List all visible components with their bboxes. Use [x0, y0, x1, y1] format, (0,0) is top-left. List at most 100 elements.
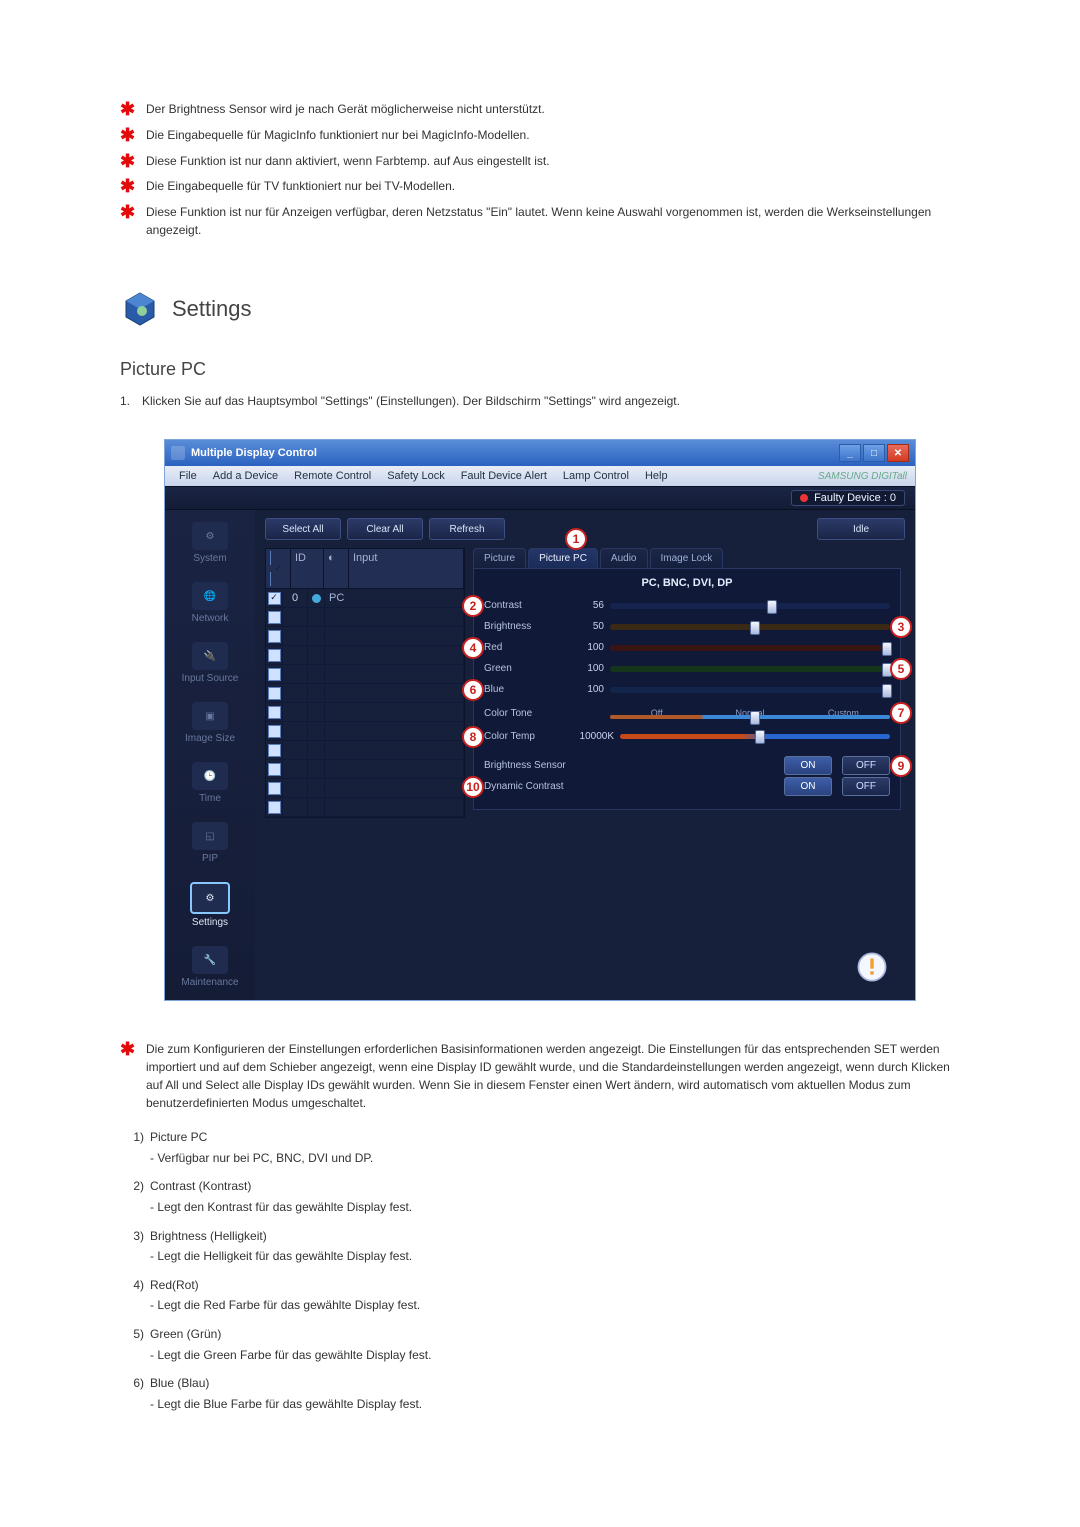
- color-temp-label: Color Temp: [484, 731, 566, 742]
- row-checkbox[interactable]: [268, 782, 281, 795]
- row-checkbox[interactable]: [268, 668, 281, 681]
- menu-lamp-control[interactable]: Lamp Control: [557, 468, 635, 484]
- ol-title: Contrast (Kontrast): [150, 1177, 251, 1196]
- tab-picture[interactable]: Picture: [473, 548, 526, 568]
- ol-num: 2): [120, 1177, 150, 1196]
- green-label: Green: [484, 663, 566, 674]
- row-checkbox[interactable]: [268, 649, 281, 662]
- sidebar-label: Maintenance: [181, 977, 238, 988]
- select-all-button[interactable]: Select All: [265, 518, 341, 540]
- ol-title: Green (Grün): [150, 1325, 221, 1344]
- menu-remote-control[interactable]: Remote Control: [288, 468, 377, 484]
- callout-10: 10: [462, 776, 484, 798]
- green-slider[interactable]: [610, 666, 890, 672]
- row-input: PC: [325, 589, 464, 607]
- star-icon: ✱: [120, 203, 146, 223]
- brightness-label: Brightness: [484, 621, 566, 632]
- sidebar-item-system[interactable]: ⚙System: [175, 522, 245, 564]
- sidebar-item-input-source[interactable]: 🔌Input Source: [175, 642, 245, 684]
- ol-num: 1): [120, 1128, 150, 1147]
- refresh-button[interactable]: Refresh: [429, 518, 505, 540]
- close-button[interactable]: ✕: [887, 444, 909, 462]
- table-row[interactable]: 0 PC: [266, 589, 464, 608]
- menu-help[interactable]: Help: [639, 468, 674, 484]
- header-device-icon: ◐: [324, 549, 349, 588]
- idle-button[interactable]: Idle: [817, 518, 905, 540]
- menu-add-device[interactable]: Add a Device: [207, 468, 284, 484]
- star-icon: ✱: [120, 177, 146, 197]
- image-size-icon: ▣: [192, 702, 228, 730]
- ol-title: Blue (Blau): [150, 1374, 209, 1393]
- sidebar-item-maintenance[interactable]: 🔧 Maintenance: [175, 946, 245, 988]
- ol-num: 3): [120, 1227, 150, 1246]
- maximize-button[interactable]: □: [863, 444, 885, 462]
- minimize-button[interactable]: _: [839, 444, 861, 462]
- row-checkbox[interactable]: [268, 725, 281, 738]
- color-temp-slider[interactable]: [620, 734, 890, 739]
- maintenance-icon: 🔧: [192, 946, 228, 974]
- intro-number: 1.: [120, 392, 142, 410]
- app-icon: [171, 446, 185, 460]
- ol-sub: - Legt die Red Farbe für das gewählte Di…: [120, 1296, 960, 1315]
- sidebar-label: Network: [192, 613, 229, 624]
- brightness-slider[interactable]: [610, 624, 890, 630]
- bullet-text: Diese Funktion ist nur für Anzeigen verf…: [146, 203, 960, 239]
- status-dot-icon: [312, 594, 321, 603]
- tab-picture-pc[interactable]: Picture PC: [528, 548, 598, 568]
- header-input: Input: [349, 549, 464, 588]
- sidebar: ⚙System 🌐 Network 🔌Input Source ▣Image Si…: [165, 510, 255, 1000]
- brightness-sensor-on[interactable]: ON: [784, 756, 832, 775]
- bullet-text: Die Eingabequelle für MagicInfo funktion…: [146, 126, 960, 144]
- ol-sub: - Legt die Green Farbe für das gewählte …: [120, 1346, 960, 1365]
- sidebar-item-network[interactable]: 🌐 Network: [175, 582, 245, 624]
- contrast-label: Contrast: [484, 600, 566, 611]
- menu-safety-lock[interactable]: Safety Lock: [381, 468, 450, 484]
- row-checkbox[interactable]: [268, 687, 281, 700]
- callout-4: 4: [462, 637, 484, 659]
- tab-row: Picture Picture PC Audio Image Lock 1: [473, 548, 901, 568]
- header-checkbox[interactable]: [266, 549, 291, 588]
- header-id: ID: [291, 549, 324, 588]
- ol-sub: - Legt die Blue Farbe für das gewählte D…: [120, 1395, 960, 1414]
- system-icon: ⚙: [192, 522, 228, 550]
- sidebar-item-image-size[interactable]: ▣Image Size: [175, 702, 245, 744]
- settings-panel: PC, BNC, DVI, DP 2 Contrast 56 Brightnes…: [473, 568, 901, 810]
- contrast-slider[interactable]: [610, 603, 890, 609]
- brightness-value: 50: [566, 621, 610, 632]
- dynamic-contrast-label: Dynamic Contrast: [484, 781, 604, 792]
- sidebar-item-pip[interactable]: ◱PIP: [175, 822, 245, 864]
- window-title: Multiple Display Control: [191, 447, 317, 459]
- titlebar: Multiple Display Control _ □ ✕: [165, 440, 915, 466]
- network-icon: 🌐: [192, 582, 228, 610]
- menu-file[interactable]: File: [173, 468, 203, 484]
- row-checkbox[interactable]: [268, 630, 281, 643]
- sidebar-item-settings[interactable]: ⚙Settings: [175, 882, 245, 928]
- app-window: Multiple Display Control _ □ ✕ File Add …: [165, 440, 915, 1000]
- row-checkbox[interactable]: [268, 744, 281, 757]
- faulty-device-badge: Faulty Device : 0: [791, 490, 905, 506]
- row-checkbox[interactable]: [268, 763, 281, 776]
- tab-audio[interactable]: Audio: [600, 548, 648, 568]
- bullet-text: Der Brightness Sensor wird je nach Gerät…: [146, 100, 960, 118]
- sidebar-item-time[interactable]: 🕒Time: [175, 762, 245, 804]
- row-checkbox[interactable]: [268, 706, 281, 719]
- color-tone-slider[interactable]: Off Normal Custom: [610, 705, 890, 721]
- ol-title: Brightness (Helligkeit): [150, 1227, 267, 1246]
- ol-sub: - Verfügbar nur bei PC, BNC, DVI und DP.: [120, 1149, 960, 1168]
- dynamic-contrast-off[interactable]: OFF: [842, 777, 890, 796]
- blue-slider[interactable]: [610, 687, 890, 693]
- clear-all-button[interactable]: Clear All: [347, 518, 423, 540]
- dynamic-contrast-on[interactable]: ON: [784, 777, 832, 796]
- brand-label: SAMSUNG DIGITall: [818, 471, 907, 482]
- brightness-sensor-off[interactable]: OFF: [842, 756, 890, 775]
- section-heading: Settings: [120, 289, 960, 329]
- tab-image-lock[interactable]: Image Lock: [650, 548, 724, 568]
- menu-fault-device-alert[interactable]: Fault Device Alert: [455, 468, 553, 484]
- red-slider[interactable]: [610, 645, 890, 651]
- intro-text: Klicken Sie auf das Hauptsymbol "Setting…: [142, 392, 680, 410]
- row-checkbox[interactable]: [268, 611, 281, 624]
- bullet-text: Diese Funktion ist nur dann aktiviert, w…: [146, 152, 960, 170]
- row-checkbox[interactable]: [268, 592, 281, 605]
- row-checkbox[interactable]: [268, 801, 281, 814]
- star-icon: ✱: [120, 126, 146, 146]
